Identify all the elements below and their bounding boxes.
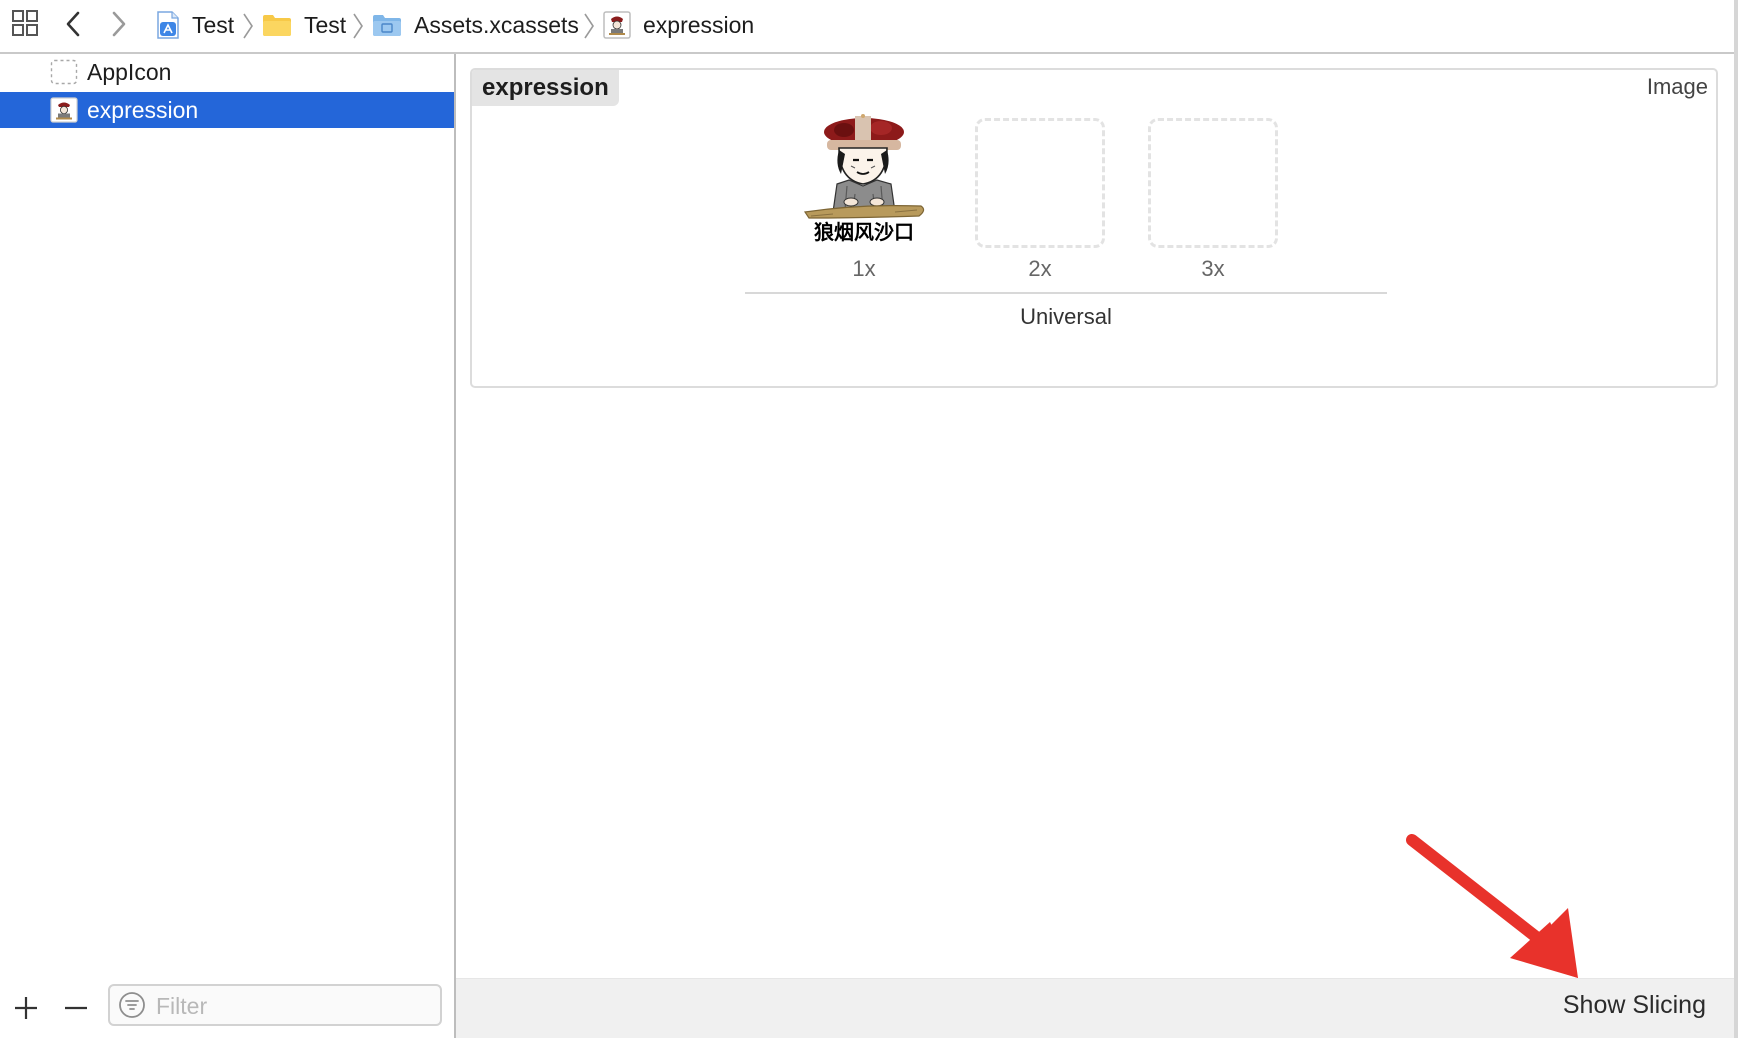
idiom-label: Universal [1020, 304, 1112, 329]
asset-editor: expression Image 狼烟风沙口 1x 2x 3x Universa… [456, 54, 1734, 1038]
image-set-card[interactable]: expression Image 狼烟风沙口 1x 2x 3x Universa… [470, 68, 1718, 388]
breadcrumb-separator-icon [352, 12, 364, 45]
slot-1x-image-well[interactable]: 狼烟风沙口 [799, 114, 929, 244]
breadcrumb-label: expression [643, 11, 755, 38]
breadcrumb-separator-icon [242, 12, 254, 45]
show-slicing-button[interactable]: Show Slicing [1563, 991, 1706, 1020]
minus-icon[interactable] [64, 996, 88, 1020]
slot-scale-label: 2x [1028, 256, 1052, 281]
nav-item-label: AppIcon [87, 58, 172, 85]
window-right-edge [1734, 0, 1738, 1038]
filter-input[interactable] [154, 990, 428, 1022]
filter-field[interactable] [108, 984, 442, 1026]
xcode-asset-catalog-window: Test Test Assets.xcassets expression App… [0, 0, 1738, 1038]
asset-name: expression [472, 70, 619, 106]
meme-caption: 狼烟风沙口 [814, 220, 914, 244]
app-project-icon [156, 10, 180, 40]
breadcrumb-label: Assets.xcassets [414, 11, 579, 38]
breadcrumb-separator-icon [583, 12, 595, 45]
breadcrumb-label: Test [304, 11, 347, 38]
jump-bar: Test Test Assets.xcassets expression [0, 0, 1734, 54]
breadcrumb-project[interactable]: Test [156, 0, 234, 50]
related-items-grid-icon[interactable] [12, 10, 38, 36]
asset-kind-label: Image [1646, 74, 1708, 99]
nav-item-appicon[interactable]: AppIcon [0, 54, 454, 90]
image-asset-thumbnail-icon [603, 11, 631, 39]
nav-item-expression[interactable]: expression [0, 92, 454, 128]
slot-3x-empty-well[interactable] [1148, 118, 1278, 248]
navigator-bottom-bar [0, 984, 454, 1038]
slot-scale-label: 1x [852, 256, 876, 281]
asset-catalog-folder-icon [372, 13, 402, 37]
nav-item-label: expression [87, 96, 199, 123]
editor-bottom-bar: Show Slicing [456, 978, 1734, 1038]
breadcrumb-asset-catalog[interactable]: Assets.xcassets [372, 0, 579, 50]
meme-image [803, 114, 925, 219]
filter-icon [118, 991, 146, 1024]
breadcrumb-group[interactable]: Test [262, 0, 346, 50]
slot-scale-label: 3x [1201, 256, 1225, 281]
idiom-divider [745, 292, 1387, 294]
breadcrumb-image-set[interactable]: expression [603, 0, 754, 50]
yellow-folder-icon [262, 13, 292, 37]
chevron-right-icon[interactable] [110, 10, 128, 38]
asset-navigator [0, 54, 454, 1038]
plus-icon[interactable] [14, 996, 38, 1020]
dashed-appicon-placeholder-icon [50, 59, 78, 85]
breadcrumb-label: Test [192, 11, 235, 38]
image-asset-thumbnail-icon [50, 97, 78, 123]
slot-2x-empty-well[interactable] [975, 118, 1105, 248]
chevron-left-icon[interactable] [64, 10, 82, 38]
